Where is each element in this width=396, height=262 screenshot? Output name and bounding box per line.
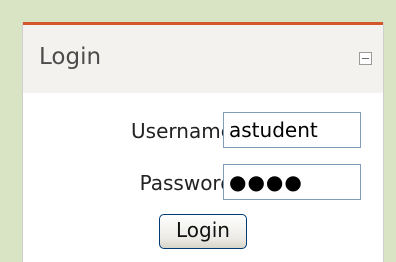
password-field[interactable]: ●●●● (223, 164, 361, 200)
login-button[interactable]: Login (159, 214, 247, 249)
password-label: Password (139, 171, 233, 195)
username-field[interactable]: astudent (223, 112, 361, 148)
panel-header: Login (23, 25, 383, 93)
panel-title: Login (39, 44, 102, 70)
login-panel: Login Username astudent Password ●●●● Lo… (22, 22, 384, 262)
collapse-icon[interactable] (359, 52, 372, 65)
username-label: Username (131, 119, 233, 143)
